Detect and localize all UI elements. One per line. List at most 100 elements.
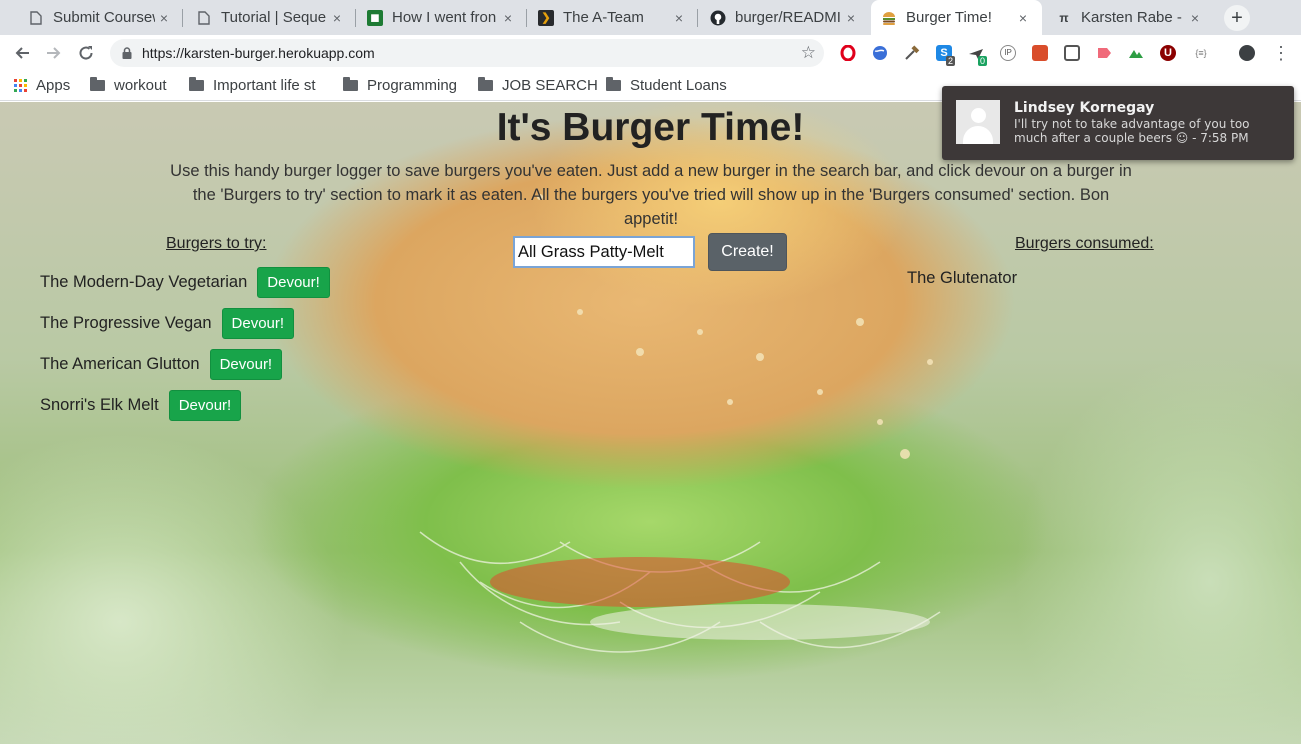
- lock-icon: [122, 47, 132, 59]
- address-bar[interactable]: https://karsten-burger.herokuapp.com ☆: [110, 39, 824, 67]
- tab-burger-readme[interactable]: burger/READMI ×: [700, 0, 870, 35]
- tab-separator: [697, 9, 698, 27]
- pi-icon: π: [1059, 10, 1069, 25]
- ip-extension-icon[interactable]: IP: [1000, 45, 1016, 61]
- tab-the-a-team[interactable]: ❯ The A-Team ×: [528, 0, 698, 35]
- ublock-icon[interactable]: U: [1160, 45, 1176, 61]
- folder-icon: [90, 77, 105, 91]
- bookmark-workout[interactable]: workout: [90, 77, 167, 94]
- burger-consumed-item: The Glutenator: [907, 269, 1018, 287]
- tab-strip: Submit Coursew × Tutorial | Seque × ◼ Ho…: [0, 0, 1301, 35]
- close-tab-icon[interactable]: ×: [670, 10, 688, 26]
- reload-button[interactable]: [74, 41, 98, 65]
- bookmark-label: Student Loans: [630, 77, 727, 94]
- page-intro: Use this handy burger logger to save bur…: [170, 162, 1132, 228]
- document-icon: [196, 10, 212, 26]
- back-button[interactable]: [10, 41, 34, 65]
- page-content: It's Burger Time! Use this handy burger …: [0, 102, 1301, 744]
- red-square-extension-icon[interactable]: [1032, 45, 1048, 61]
- desktop-notification[interactable]: Lindsey Kornegay I'll try not to take ad…: [942, 86, 1294, 160]
- tab-burger-time[interactable]: Burger Time! ×: [871, 0, 1042, 35]
- notification-sender: Lindsey Kornegay: [1014, 100, 1155, 116]
- tab-tutorial-sequelize[interactable]: Tutorial | Seque ×: [186, 0, 356, 35]
- shield-extension-icon[interactable]: [1064, 45, 1080, 61]
- bookmark-important-life[interactable]: Important life st: [189, 77, 329, 94]
- bookmark-label: Important life st: [213, 77, 316, 94]
- burger-to-try-item: Snorri's Elk Melt Devour!: [40, 390, 242, 421]
- tab-title: Burger Time!: [906, 9, 992, 26]
- burgers-consumed-heading: Burgers consumed:: [1015, 235, 1154, 252]
- devour-button[interactable]: Devour!: [257, 267, 330, 298]
- s-extension-badge: 2: [946, 56, 956, 66]
- url-text: https://karsten-burger.herokuapp.com: [142, 45, 375, 61]
- close-tab-icon[interactable]: ×: [1186, 10, 1204, 26]
- close-tab-icon[interactable]: ×: [155, 10, 173, 26]
- devour-button[interactable]: Devour!: [168, 390, 242, 421]
- tab-title: The A-Team: [563, 9, 644, 26]
- folder-icon: [189, 77, 204, 91]
- forward-arrow-icon: [47, 47, 61, 59]
- notification-message: I'll try not to take advantage of you to…: [1014, 117, 1250, 145]
- bookmark-label: JOB SEARCH: [502, 77, 598, 94]
- tab-submit-coursework[interactable]: Submit Coursew ×: [18, 0, 183, 35]
- tab-karsten-rabe[interactable]: π Karsten Rabe - V ×: [1046, 0, 1214, 35]
- bookmark-label: Apps: [36, 77, 71, 94]
- bookmark-programming[interactable]: Programming: [343, 77, 457, 94]
- github-icon: [710, 10, 726, 26]
- close-tab-icon[interactable]: ×: [328, 10, 346, 26]
- reload-icon: [79, 46, 93, 60]
- browser-toolbar: https://karsten-burger.herokuapp.com ☆ S…: [0, 35, 1301, 71]
- tab-title: Tutorial | Seque: [221, 9, 327, 26]
- record-extension-icon[interactable]: [1096, 45, 1112, 61]
- new-burger-input[interactable]: [513, 236, 695, 268]
- burger-to-try-item: The American Glutton Devour!: [40, 349, 283, 380]
- burger-name: Snorri's Elk Melt: [40, 396, 159, 414]
- tab-separator: [355, 9, 356, 27]
- apps-grid-icon: [14, 79, 27, 92]
- bookmark-label: Programming: [367, 77, 458, 94]
- tab-how-i-went[interactable]: ◼ How I went fron ×: [357, 0, 527, 35]
- folder-icon: [343, 77, 358, 91]
- forward-button[interactable]: [42, 41, 66, 65]
- chrome-menu-icon[interactable]: ⋮: [1272, 43, 1290, 64]
- tab-title: burger/READMI: [735, 9, 841, 26]
- devour-button[interactable]: Devour!: [221, 308, 295, 339]
- tab-title: How I went fron: [392, 9, 497, 26]
- burger-to-try-item: The Progressive Vegan Devour!: [40, 308, 295, 339]
- green-mountain-icon[interactable]: [1128, 45, 1144, 61]
- folder-icon: [606, 77, 621, 91]
- burger-name: The American Glutton: [40, 355, 200, 373]
- plex-icon: ❯: [538, 9, 554, 26]
- create-button[interactable]: Create!: [708, 233, 787, 271]
- hammer-icon[interactable]: [904, 45, 920, 61]
- avatar-placeholder-icon: [956, 100, 1000, 144]
- close-tab-icon[interactable]: ×: [1014, 10, 1032, 26]
- globe-icon[interactable]: [872, 45, 888, 61]
- burger-icon: [881, 10, 897, 26]
- burger-name: The Modern-Day Vegetarian: [40, 273, 248, 291]
- bookmark-job-search[interactable]: JOB SEARCH: [478, 77, 598, 94]
- tab-separator: [182, 9, 183, 27]
- profile-avatar-icon[interactable]: [1239, 45, 1255, 61]
- bookmark-star-icon[interactable]: ☆: [801, 43, 816, 63]
- opera-icon[interactable]: [840, 44, 856, 62]
- tab-separator: [526, 9, 527, 27]
- burger-to-try-item: The Modern-Day Vegetarian Devour!: [40, 267, 330, 298]
- tab-title: Submit Coursew: [53, 9, 155, 26]
- tab-title: Karsten Rabe - V: [1081, 9, 1186, 26]
- new-tab-button[interactable]: +: [1224, 5, 1250, 31]
- close-tab-icon[interactable]: ×: [842, 10, 860, 26]
- folder-icon: [478, 77, 493, 91]
- back-arrow-icon: [15, 47, 29, 59]
- document-icon: [28, 10, 44, 26]
- bookmark-label: workout: [114, 77, 167, 94]
- close-tab-icon[interactable]: ×: [499, 10, 517, 26]
- json-extension-icon[interactable]: {≡}: [1190, 45, 1212, 61]
- devour-button[interactable]: Devour!: [209, 349, 283, 380]
- bookmark-student-loans[interactable]: Student Loans: [606, 77, 727, 94]
- burgers-to-try-heading: Burgers to try:: [166, 235, 267, 252]
- bookmark-apps[interactable]: Apps: [14, 77, 70, 94]
- green-extension-badge: 0: [978, 56, 988, 66]
- burger-name: The Progressive Vegan: [40, 314, 212, 332]
- site-green-icon: ◼: [367, 9, 383, 26]
